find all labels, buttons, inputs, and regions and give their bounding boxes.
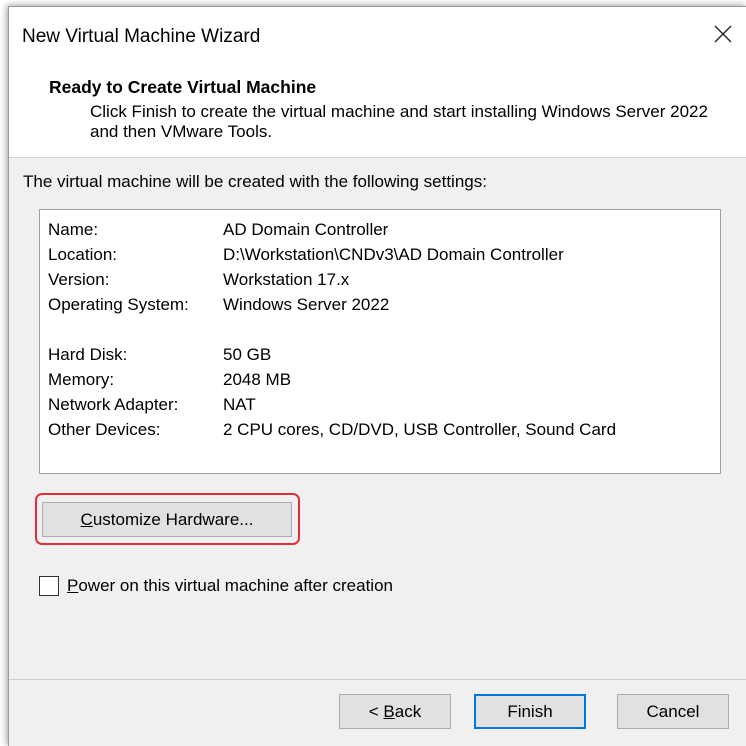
settings-intro: The virtual machine will be created with… xyxy=(23,172,487,191)
setting-value: Windows Server 2022 xyxy=(223,295,390,314)
cancel-button-label: Cancel xyxy=(646,701,700,721)
power-on-checkbox[interactable] xyxy=(39,576,59,596)
setting-label: Location: xyxy=(48,245,117,264)
settings-summary-box: Name: AD Domain Controller Location: D:\… xyxy=(39,209,721,474)
wizard-body: The virtual machine will be created with… xyxy=(9,158,746,680)
setting-label: Other Devices: xyxy=(48,420,161,439)
setting-value: AD Domain Controller xyxy=(223,220,389,239)
power-on-label[interactable]: Power on this virtual machine after crea… xyxy=(67,576,393,596)
back-button[interactable]: < Back xyxy=(339,694,451,729)
customize-hardware-label: Customize Hardware... xyxy=(80,509,254,529)
setting-value: Workstation 17.x xyxy=(223,270,350,289)
wizard-header: Ready to Create Virtual Machine Click Fi… xyxy=(9,65,746,158)
page-description: Click Finish to create the virtual machi… xyxy=(90,102,708,141)
cancel-button[interactable]: Cancel xyxy=(617,694,729,729)
finish-button-label: Finish xyxy=(507,701,553,721)
back-button-label: < Back xyxy=(368,701,422,721)
setting-label: Network Adapter: xyxy=(48,395,179,414)
power-on-option: Power on this virtual machine after crea… xyxy=(39,574,393,598)
setting-value: NAT xyxy=(223,395,256,414)
close-button[interactable] xyxy=(700,7,746,65)
setting-value: 2 CPU cores, CD/DVD, USB Controller, Sou… xyxy=(223,420,617,439)
wizard-window: New Virtual Machine Wizard Ready to Crea… xyxy=(8,6,746,746)
customize-hardware-button[interactable]: Customize Hardware... xyxy=(42,502,292,537)
setting-value: 2048 MB xyxy=(223,370,292,389)
setting-label: Hard Disk: xyxy=(48,345,128,364)
close-icon xyxy=(714,25,732,48)
finish-button[interactable]: Finish xyxy=(474,694,586,729)
setting-label: Memory: xyxy=(48,370,115,389)
customize-highlight: Customize Hardware... xyxy=(35,493,300,545)
setting-label: Name: xyxy=(48,220,99,239)
setting-value: D:\Workstation\CNDv3\AD Domain Controlle… xyxy=(223,245,564,264)
setting-label: Operating System: xyxy=(48,295,189,314)
title-bar: New Virtual Machine Wizard xyxy=(9,7,746,65)
window-title: New Virtual Machine Wizard xyxy=(22,26,261,47)
wizard-footer: < Back Finish Cancel xyxy=(9,679,746,746)
page-title: Ready to Create Virtual Machine xyxy=(49,77,317,97)
setting-value: 50 GB xyxy=(223,345,272,364)
setting-label: Version: xyxy=(48,270,110,289)
